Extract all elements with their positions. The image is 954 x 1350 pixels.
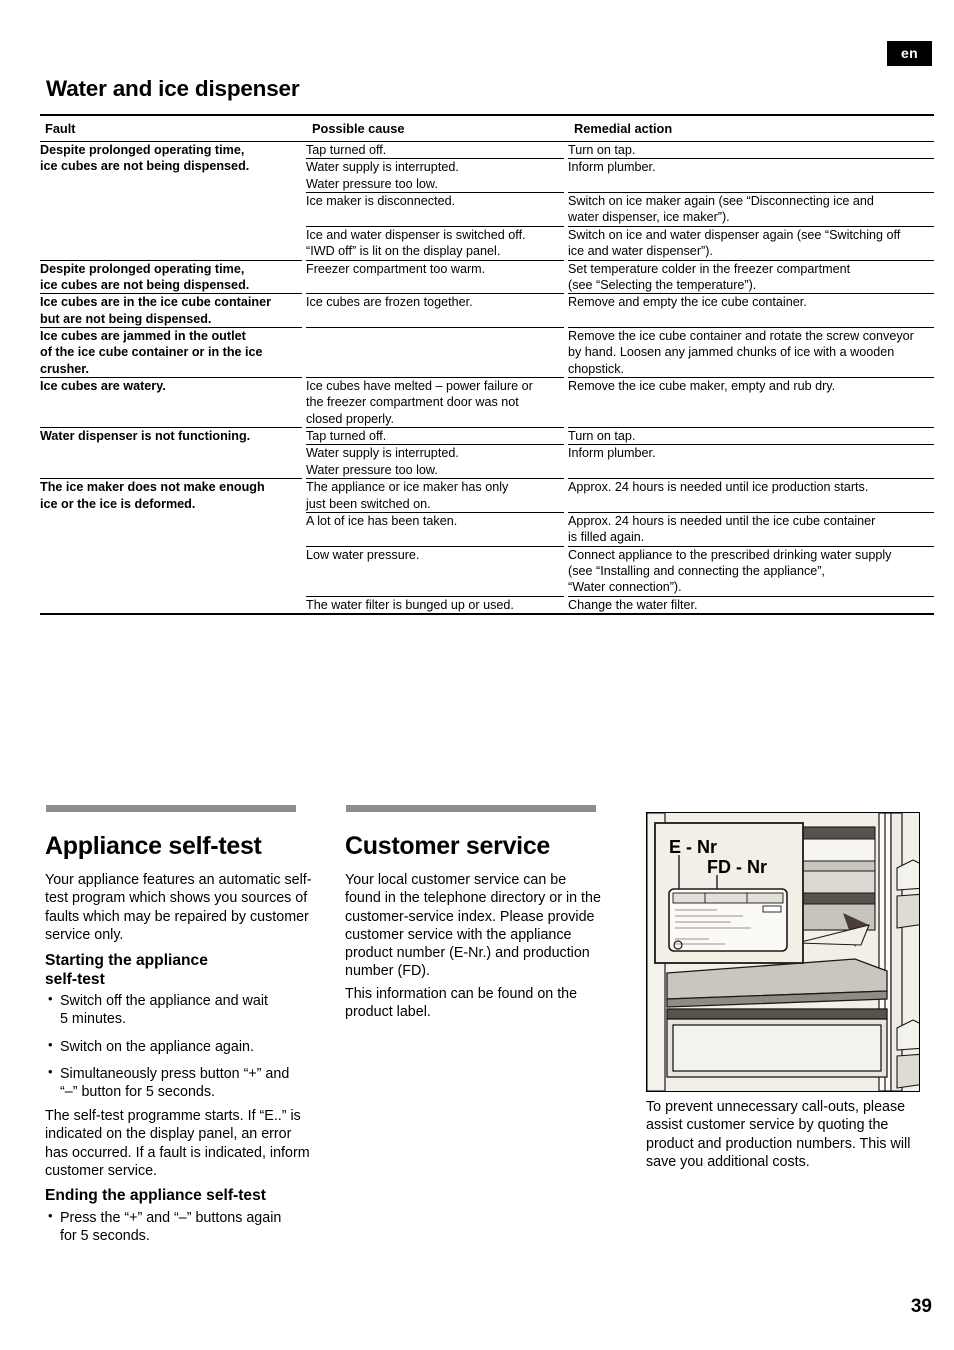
cell-possible-cause: The appliance or ice maker has only just…: [306, 478, 564, 513]
customer-service-title: Customer service: [345, 832, 551, 860]
section-title: Water and ice dispenser: [46, 76, 300, 101]
column-header-cause: Possible cause: [306, 114, 564, 142]
cell-remedial-action: Remove the ice cube container and rotate…: [568, 326, 934, 378]
cell-remedial-action: Change the water filter.: [568, 595, 934, 616]
cell-remedial-action: Switch on ice and water dispenser again …: [568, 225, 934, 261]
page-number: 39: [910, 1296, 932, 1317]
table-row: Ice cubes are watery. Ice cubes have melt…: [40, 377, 934, 428]
customer-service-rule-bar: [346, 805, 596, 812]
cell-possible-cause: Water supply is interrupted. Water press…: [306, 444, 564, 479]
cell-remedial-action: Turn on tap.: [568, 140, 934, 159]
fault-troubleshooting-table: Fault Possible cause Remedial action Des…: [40, 114, 934, 616]
ending-self-test-title: Ending the appliance self-test: [45, 1187, 266, 1204]
cell-possible-cause: A lot of ice has been taken.: [306, 511, 564, 547]
cell-remedial-action: Inform plumber.: [568, 158, 934, 193]
cell-possible-cause: Ice cubes have melted – power failure or…: [306, 377, 564, 428]
cell-fault: Despite prolonged operating time, ice cu…: [40, 259, 302, 294]
self-test-step: Switch off the appliance and wait 5 minu…: [47, 991, 319, 1029]
starting-self-test-title: Starting the appliance self-test: [45, 952, 208, 989]
cell-possible-cause: Ice and water dispenser is switched off.…: [306, 225, 564, 261]
self-test-intro: Your appliance features an automatic sel…: [45, 872, 312, 943]
cell-remedial-action: Approx. 24 hours is needed until the ice…: [568, 511, 934, 547]
cell-fault: The ice maker does not make enough ice o…: [40, 478, 302, 616]
table-row: Despite prolonged operating time, ice cu…: [40, 140, 934, 261]
cell-possible-cause: Tap turned off.: [306, 140, 564, 159]
table-row: Ice cubes are in the ice cube container …: [40, 293, 934, 328]
label-fd-nr-text: FD - Nr: [707, 857, 767, 877]
cell-remedial-action: Remove and empty the ice cube container.: [568, 293, 934, 328]
table-row: Ice cubes are jammed in the outlet of th…: [40, 326, 934, 378]
cell-remedial-action: Connect appliance to the prescribed drin…: [568, 545, 934, 597]
label-e-nr-text: E - Nr: [669, 837, 717, 857]
cell-fault: Ice cubes are watery.: [40, 377, 302, 428]
product-label-illustration: E - Nr FD - Nr: [646, 812, 920, 1092]
cell-possible-cause: The water filter is bunged up or used.: [306, 595, 564, 616]
column-header-fault: Fault: [40, 114, 302, 142]
table-row: Water dispenser is not functioning. Tap t…: [40, 427, 934, 479]
cell-fault: Water dispenser is not functioning.: [40, 427, 302, 479]
self-test-step: Simultaneously press button “+” and “–” …: [47, 1064, 319, 1102]
cell-possible-cause: [306, 326, 564, 378]
table-body: Despite prolonged operating time, ice cu…: [40, 140, 934, 616]
customer-service-paragraph-2: This information can be found on the pro…: [345, 986, 578, 1021]
starting-self-test-steps: Switch off the appliance and wait 5 minu…: [47, 991, 319, 1110]
table-row: Despite prolonged operating time, ice cu…: [40, 259, 934, 294]
fridge-interior-drawing: E - Nr FD - Nr: [647, 813, 919, 1091]
customer-service-paragraph-1: Your local customer service can be found…: [345, 872, 601, 980]
cell-fault: Despite prolonged operating time, ice cu…: [40, 141, 302, 261]
table-header-row: Fault Possible cause Remedial action: [40, 114, 934, 142]
self-test-result-text: The self-test programme starts. If “E..”…: [45, 1108, 310, 1179]
cell-fault: Ice cubes are jammed in the outlet of th…: [40, 326, 302, 378]
cell-remedial-action: Inform plumber.: [568, 444, 934, 479]
customer-service-caption: To prevent unnecessary call-outs, please…: [646, 1099, 911, 1170]
ending-self-test-steps: Press the “+” and “–” buttons again for …: [47, 1208, 319, 1255]
self-test-title: Appliance self-test: [45, 832, 262, 860]
cell-possible-cause: Ice maker is disconnected.: [306, 192, 564, 227]
cell-remedial-action: Set temperature colder in the freezer co…: [568, 259, 934, 294]
cell-remedial-action: Approx. 24 hours is needed until ice pro…: [568, 478, 934, 513]
language-badge: en: [887, 41, 932, 66]
cell-possible-cause: Tap turned off.: [306, 427, 564, 445]
cell-possible-cause: Water supply is interrupted. Water press…: [306, 158, 564, 193]
cell-remedial-action: Switch on ice maker again (see “Disconne…: [568, 192, 934, 227]
cell-fault: Ice cubes are in the ice cube container …: [40, 293, 302, 328]
cell-remedial-action: Turn on tap.: [568, 427, 934, 445]
self-test-rule-bar: [46, 805, 296, 812]
self-test-step: Press the “+” and “–” buttons again for …: [47, 1208, 319, 1246]
cell-possible-cause: Low water pressure.: [306, 545, 564, 597]
column-header-action: Remedial action: [568, 114, 934, 142]
table-row: The ice maker does not make enough ice o…: [40, 478, 934, 616]
cell-remedial-action: Remove the ice cube maker, empty and rub…: [568, 377, 934, 428]
self-test-step: Switch on the appliance again.: [47, 1037, 319, 1056]
cell-possible-cause: Freezer compartment too warm.: [306, 259, 564, 294]
manual-page: en Water and ice dispenser Fault Possibl…: [0, 0, 954, 1350]
cell-possible-cause: Ice cubes are frozen together.: [306, 293, 564, 328]
